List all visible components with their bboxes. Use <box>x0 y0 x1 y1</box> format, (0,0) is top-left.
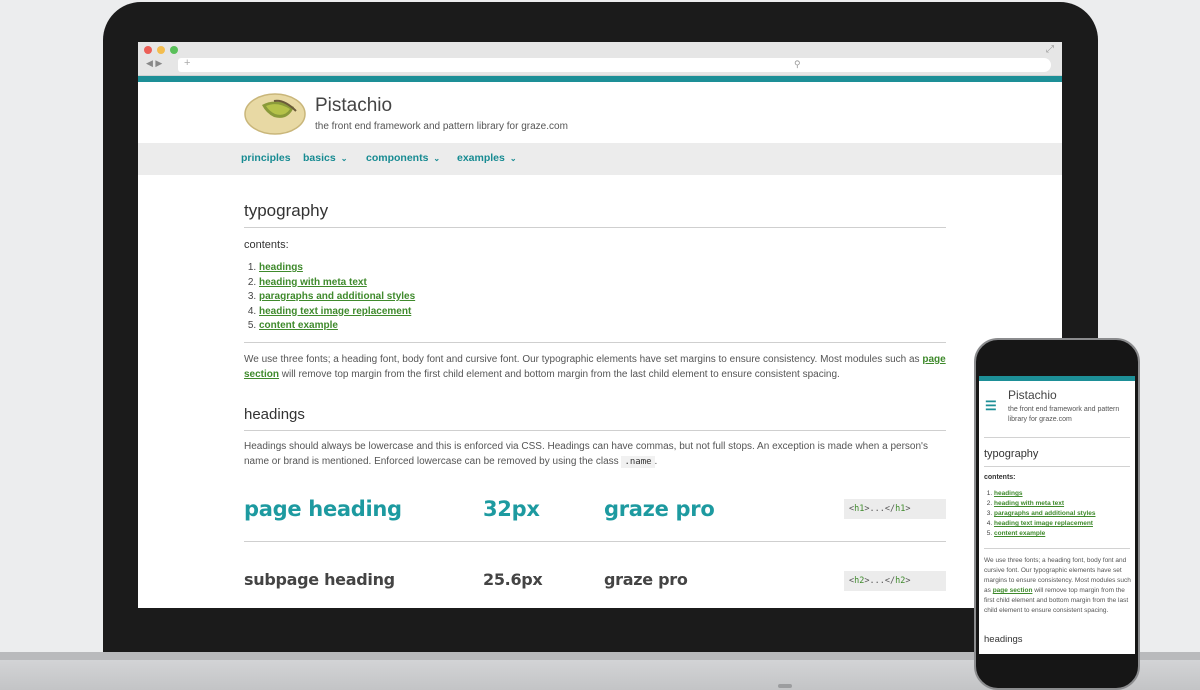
browser-search-field[interactable] <box>788 58 1051 72</box>
headings-paragraph: Headings should always be lowercase and … <box>244 440 946 469</box>
row-subheading-name: subpage heading <box>244 570 395 589</box>
divider <box>244 541 946 542</box>
accent-bar <box>138 76 1062 82</box>
chevron-down-icon: ⌄ <box>433 154 441 163</box>
headings-text-end: . <box>654 455 658 467</box>
nav-item-label: principles <box>241 152 291 164</box>
divider <box>984 548 1130 549</box>
toc-item: headings <box>994 489 1096 499</box>
mobile-toc-link[interactable]: heading text image replacement <box>994 520 1093 527</box>
mobile-contents-label: contents: <box>984 474 1016 481</box>
nav-item-basics[interactable]: basics ⌄ <box>303 152 347 164</box>
chevron-down-icon: ⌄ <box>340 154 348 163</box>
intro-paragraph: We use three fonts; a heading font, body… <box>244 353 946 382</box>
tag-open: h1 <box>854 504 865 514</box>
nav-item-components[interactable]: components ⌄ <box>366 152 440 164</box>
tag-open: h2 <box>854 576 865 586</box>
toc-item: paragraphs and additional styles <box>994 509 1096 519</box>
headings-text: Headings should always be lowercase and … <box>244 441 928 467</box>
row-heading-font: graze pro <box>604 497 715 521</box>
toc-item: content example <box>259 319 415 334</box>
toc-link-content-example[interactable]: content example <box>259 320 338 331</box>
search-icon: ⚲ <box>794 59 801 69</box>
nav-item-principles[interactable]: principles <box>241 152 291 164</box>
chevron-down-icon: ⌄ <box>509 154 517 163</box>
hamburger-icon[interactable]: ☰ <box>985 398 997 414</box>
row-subheading-size: 25.6px <box>483 570 543 589</box>
toc-link-heading-meta[interactable]: heading with meta text <box>259 277 367 288</box>
mobile-toc-link[interactable]: paragraphs and additional styles <box>994 510 1096 517</box>
page-title: typography <box>244 201 329 220</box>
nav-item-label: examples <box>457 152 505 164</box>
fullscreen-icon[interactable]: ⤢ <box>1046 44 1054 55</box>
table-of-contents: headings heading with meta text paragrap… <box>244 261 415 334</box>
code-tag-h1: <h1>...</h1> <box>844 499 946 519</box>
divider <box>244 342 946 343</box>
pistachio-logo <box>244 93 306 135</box>
section-heading-headings: headings <box>244 406 305 423</box>
divider <box>244 227 946 228</box>
laptop-screen: ◀ ▶ + ⚲ ⤢ Pistachio the front end framew… <box>138 42 1062 608</box>
minimize-window-dot[interactable] <box>157 46 165 54</box>
mobile-toc-link[interactable]: content example <box>994 530 1045 537</box>
divider <box>244 430 946 431</box>
mobile-table-of-contents: headings heading with meta text paragrap… <box>984 489 1096 539</box>
mobile-toc-link[interactable]: headings <box>994 490 1023 497</box>
mobile-site-subtitle: the front end framework and pattern libr… <box>1008 406 1120 423</box>
divider <box>984 466 1130 467</box>
row-heading-name: page heading <box>244 497 402 521</box>
back-forward-icon[interactable]: ◀ ▶ <box>146 58 162 69</box>
toc-item: headings <box>259 261 415 276</box>
contents-label: contents: <box>244 239 289 251</box>
site-title[interactable]: Pistachio <box>315 95 392 117</box>
maximize-window-dot[interactable] <box>170 46 178 54</box>
accent-bar <box>979 376 1135 381</box>
toc-link-paragraphs[interactable]: paragraphs and additional styles <box>259 291 415 302</box>
nav-item-examples[interactable]: examples ⌄ <box>457 152 517 164</box>
mobile-site-title[interactable]: Pistachio <box>1008 388 1057 402</box>
browser-chrome: ◀ ▶ + ⚲ ⤢ <box>138 42 1062 76</box>
toc-link-headings[interactable]: headings <box>259 262 303 273</box>
code-snippet: .name <box>621 455 655 468</box>
row-subheading-font: graze pro <box>604 570 688 589</box>
laptop-notch <box>778 684 792 688</box>
phone-screen: ☰ Pistachio the front end framework and … <box>979 376 1135 654</box>
tag-close: h1 <box>895 504 906 514</box>
tag-close: h2 <box>895 576 906 586</box>
row-heading-size: 32px <box>483 497 540 521</box>
toc-item: paragraphs and additional styles <box>259 290 415 305</box>
nav-item-label: components <box>366 152 429 164</box>
mobile-section-heading: headings <box>984 634 1023 645</box>
intro-text: We use three fonts; a heading font, body… <box>244 354 920 365</box>
mobile-toc-link[interactable]: heading with meta text <box>994 500 1064 507</box>
toc-item: heading text image replacement <box>259 305 415 320</box>
address-bar[interactable] <box>178 58 814 72</box>
new-tab-icon[interactable]: + <box>184 57 190 69</box>
toc-item: heading with meta text <box>994 499 1096 509</box>
divider <box>984 437 1130 438</box>
toc-item: content example <box>994 529 1096 539</box>
nav-item-label: basics <box>303 152 336 164</box>
mobile-page-section-link[interactable]: page section <box>993 587 1033 594</box>
close-window-dot[interactable] <box>144 46 152 54</box>
site-subtitle: the front end framework and pattern libr… <box>315 121 568 132</box>
mobile-intro-paragraph: We use three fonts; a heading font, body… <box>984 556 1131 616</box>
toc-item: heading text image replacement <box>994 519 1096 529</box>
code-tag-h2: <h2>...</h2> <box>844 571 946 591</box>
intro-text-end: will remove top margin from the first ch… <box>281 368 840 380</box>
toc-link-image-replacement[interactable]: heading text image replacement <box>259 306 411 317</box>
mobile-page-title: typography <box>984 448 1039 460</box>
toc-item: heading with meta text <box>259 276 415 291</box>
